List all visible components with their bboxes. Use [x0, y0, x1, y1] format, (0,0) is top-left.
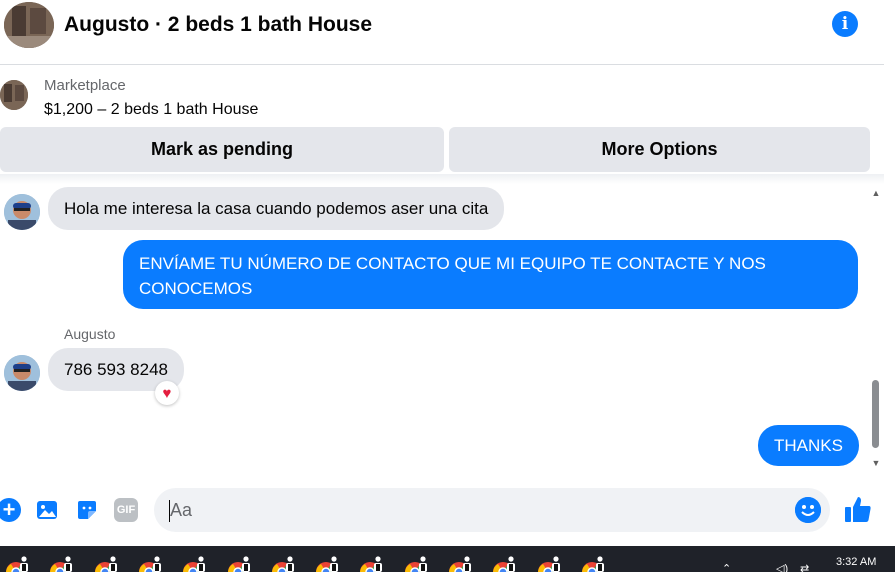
- taskbar-app-icon[interactable]: [580, 555, 608, 572]
- marketplace-thumbnail[interactable]: [0, 80, 28, 110]
- taskbar-app-icon[interactable]: [491, 555, 519, 572]
- taskbar-app-icon[interactable]: [226, 555, 254, 572]
- scrollbar-thumb[interactable]: [872, 380, 879, 448]
- sender-name: Augusto: [64, 326, 116, 342]
- plus-icon[interactable]: +: [0, 498, 21, 522]
- more-options-button[interactable]: More Options: [449, 127, 870, 172]
- messenger-window: Augusto · 2 beds 1 bath House i Marketpl…: [0, 0, 895, 572]
- taskbar-app-icon[interactable]: [447, 555, 475, 572]
- clock[interactable]: 3:32 AM: [836, 556, 876, 568]
- scroll-shadow: [0, 174, 884, 184]
- taskbar-app-icon[interactable]: [314, 555, 342, 572]
- taskbar-app-icon[interactable]: [270, 555, 298, 572]
- scroll-up-arrow-icon[interactable]: ▲: [871, 188, 881, 198]
- chevron-up-icon[interactable]: ⌃: [722, 562, 731, 572]
- emoji-icon[interactable]: [795, 497, 821, 523]
- taskbar-app-icon[interactable]: [358, 555, 386, 572]
- gif-icon[interactable]: GIF: [114, 498, 138, 522]
- message-bubble[interactable]: ENVÍAME TU NÚMERO DE CONTACTO QUE MI EQU…: [123, 240, 858, 309]
- wifi-icon[interactable]: ︵: [752, 562, 763, 572]
- text-cursor: [169, 500, 170, 522]
- avatar[interactable]: [4, 355, 40, 391]
- like-icon[interactable]: [843, 494, 873, 524]
- marketplace-item-title[interactable]: $1,200 – 2 beds 1 bath House: [44, 101, 258, 119]
- message-input[interactable]: [154, 488, 830, 532]
- scroll-down-arrow-icon[interactable]: ▼: [871, 458, 881, 468]
- listing-avatar[interactable]: [4, 2, 54, 48]
- sticker-icon[interactable]: [75, 498, 99, 522]
- taskbar-app-icon[interactable]: [137, 555, 165, 572]
- taskbar-app-icon[interactable]: [536, 555, 564, 572]
- taskbar-app-icon[interactable]: [4, 555, 32, 572]
- conversation-header: Augusto · 2 beds 1 bath House i: [0, 0, 884, 52]
- info-icon[interactable]: i: [832, 11, 858, 37]
- conversation-title[interactable]: Augusto · 2 beds 1 bath House: [64, 13, 372, 37]
- message-bubble[interactable]: THANKS: [758, 425, 859, 466]
- taskbar-app-icon[interactable]: [403, 555, 431, 572]
- volume-icon[interactable]: ◁): [776, 562, 788, 572]
- mark-as-pending-button[interactable]: Mark as pending: [0, 127, 444, 172]
- taskbar-app-icon[interactable]: [181, 555, 209, 572]
- network-icon[interactable]: ⇄: [800, 562, 809, 572]
- header-divider: [0, 64, 884, 65]
- avatar[interactable]: [4, 194, 40, 230]
- image-icon[interactable]: [35, 498, 59, 522]
- marketplace-label: Marketplace: [44, 77, 126, 94]
- message-bubble[interactable]: Hola me interesa la casa cuando podemos …: [48, 187, 505, 230]
- heart-reaction-icon[interactable]: ♥: [155, 381, 179, 405]
- taskbar-app-icon[interactable]: [48, 555, 76, 572]
- taskbar-app-icon[interactable]: [93, 555, 121, 572]
